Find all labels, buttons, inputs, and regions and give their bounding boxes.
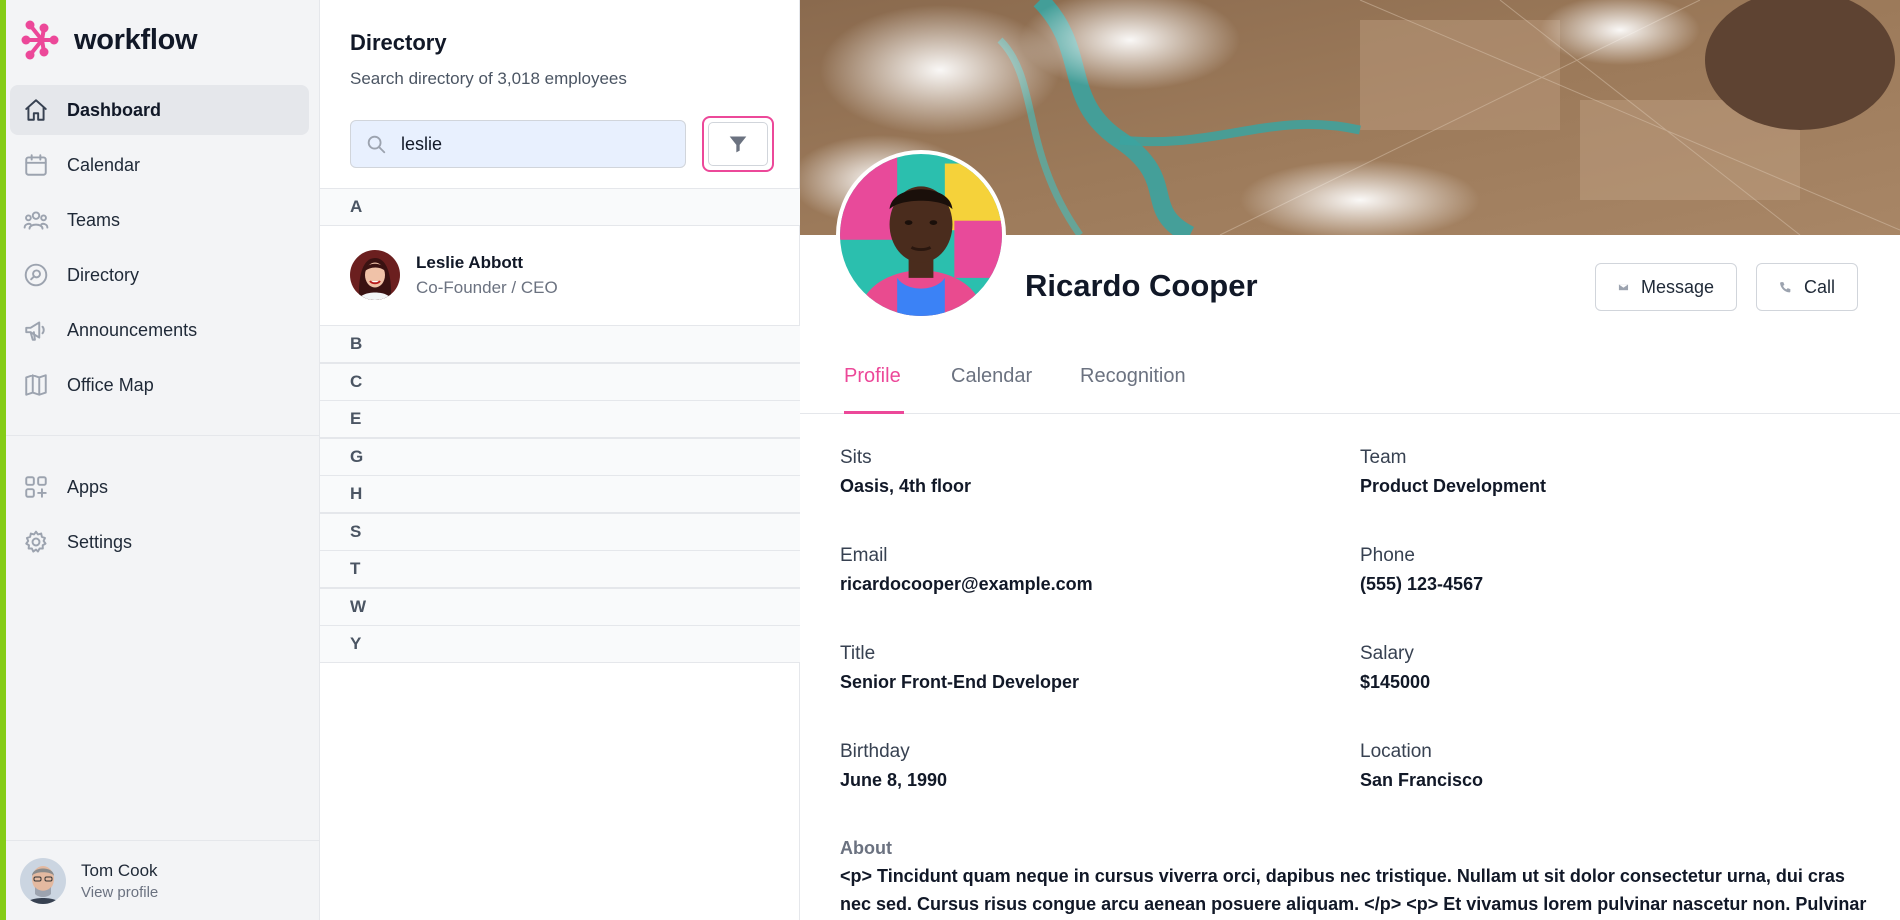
nav-divider (6, 435, 320, 436)
profile-tabs: Profile Calendar Recognition (800, 353, 1900, 414)
field-team: Team Product Development (1360, 447, 1840, 497)
letter-header: C (320, 363, 800, 401)
tab-profile[interactable]: Profile (844, 353, 904, 414)
profile-avatar (836, 150, 1006, 320)
megaphone-icon (22, 316, 50, 344)
app-logo[interactable]: workflow (20, 18, 198, 62)
phone-icon (1780, 282, 1791, 293)
users-icon (22, 206, 50, 234)
filter-icon (729, 136, 747, 153)
field-title: Title Senior Front-End Developer (840, 643, 1320, 693)
list-item[interactable]: Leslie Abbott Co-Founder / CEO (320, 225, 800, 325)
message-button-label: Message (1640, 276, 1714, 297)
about-text: <p> Tincidunt quam neque in cursus viver… (840, 866, 1867, 914)
nav-label: Dashboard (67, 99, 162, 120)
directory-subtitle: Search directory of 3,018 employees (350, 69, 627, 88)
profile-name: Ricardo Cooper (1025, 268, 1258, 303)
letter-header: Y (320, 625, 800, 663)
letter-header: A (320, 188, 800, 226)
nav-label: Announcements (67, 319, 198, 340)
field-value: (555) 123-4567 (1360, 574, 1484, 594)
field-sits: Sits Oasis, 4th floor (840, 447, 1320, 497)
field-label: Phone (1360, 545, 1415, 566)
search-circle-icon (22, 261, 50, 289)
field-label: Title (840, 643, 876, 664)
field-value: June 8, 1990 (840, 770, 948, 790)
letter-header: W (320, 588, 800, 626)
person-role: Co-Founder / CEO (416, 277, 558, 297)
nav-label: Teams (67, 209, 121, 230)
nav-item-dashboard[interactable]: Dashboard (10, 85, 309, 135)
field-value: Oasis, 4th floor (840, 476, 972, 496)
view-profile-link[interactable]: View profile (81, 884, 158, 901)
field-value: San Francisco (1360, 770, 1484, 790)
profile-panel: Ricardo Cooper Message Call Profile Cale… (800, 0, 1900, 920)
secondary-nav: Apps Settings (10, 462, 309, 572)
person-name: Leslie Abbott (416, 252, 524, 272)
field-label: Team (1360, 447, 1407, 468)
field-email: Email ricardocooper@example.com (840, 545, 1320, 595)
search-input[interactable]: leslie (350, 120, 686, 168)
field-location: Location San Francisco (1360, 741, 1840, 791)
sidebar-accent-strip (0, 0, 6, 920)
apps-icon (22, 473, 50, 501)
nav-item-office-map[interactable]: Office Map (10, 360, 309, 410)
mail-icon (1618, 284, 1629, 291)
search-value: leslie (401, 133, 443, 154)
nav-label: Directory (67, 264, 140, 285)
directory-title: Directory (350, 30, 447, 55)
field-label: Location (1360, 741, 1432, 762)
filter-button-inner (708, 122, 768, 166)
message-button[interactable]: Message (1595, 263, 1737, 311)
nav-item-settings[interactable]: Settings (10, 517, 309, 567)
field-value: $145000 (1360, 672, 1431, 692)
app-name: workflow (74, 23, 198, 56)
nav-item-calendar[interactable]: Calendar (10, 140, 309, 190)
nav-label: Office Map (67, 374, 154, 395)
field-label: Sits (840, 447, 872, 468)
filter-button[interactable] (702, 116, 774, 172)
nav-item-teams[interactable]: Teams (10, 195, 309, 245)
calendar-icon (22, 151, 50, 179)
map-icon (22, 371, 50, 399)
field-phone: Phone (555) 123-4567 (1360, 545, 1840, 595)
user-name: Tom Cook (81, 860, 158, 880)
avatar (350, 250, 400, 300)
current-user[interactable]: Tom Cook View profile (6, 840, 320, 920)
directory-panel: Directory Search directory of 3,018 empl… (320, 0, 800, 920)
field-value: Senior Front-End Developer (840, 672, 1080, 692)
gear-icon (22, 528, 50, 556)
nav-item-apps[interactable]: Apps (10, 462, 309, 512)
field-birthday: Birthday June 8, 1990 (840, 741, 1320, 791)
letter-header: G (320, 438, 800, 476)
field-value: Product Development (1360, 476, 1547, 496)
workflow-logo-icon (21, 20, 59, 60)
nav-item-announcements[interactable]: Announcements (10, 305, 309, 355)
home-icon (22, 96, 50, 124)
letter-header: T (320, 550, 800, 588)
field-label: Email (840, 545, 888, 566)
about-label: About (840, 838, 892, 858)
sidebar: workflow Dashboard Calendar Teams Direct… (0, 0, 320, 920)
letter-header: B (320, 325, 800, 363)
tab-calendar[interactable]: Calendar (951, 353, 1032, 414)
call-button-label: Call (1803, 276, 1835, 297)
letter-header: S (320, 513, 800, 551)
avatar (20, 857, 66, 904)
nav-label: Apps (67, 476, 109, 497)
tab-recognition[interactable]: Recognition (1080, 353, 1186, 414)
call-button[interactable]: Call (1756, 263, 1858, 311)
letter-header: H (320, 475, 800, 513)
nav-label: Settings (67, 531, 133, 552)
letter-header: E (320, 400, 800, 438)
field-label: Salary (1360, 643, 1414, 664)
nav-item-directory[interactable]: Directory (10, 250, 309, 300)
primary-nav: Dashboard Calendar Teams Directory Annou… (10, 85, 309, 415)
nav-label: Calendar (67, 154, 141, 175)
search-icon (367, 135, 386, 154)
field-label: Birthday (840, 741, 910, 762)
field-salary: Salary $145000 (1360, 643, 1840, 693)
field-value[interactable]: ricardocooper@example.com (840, 574, 1320, 595)
